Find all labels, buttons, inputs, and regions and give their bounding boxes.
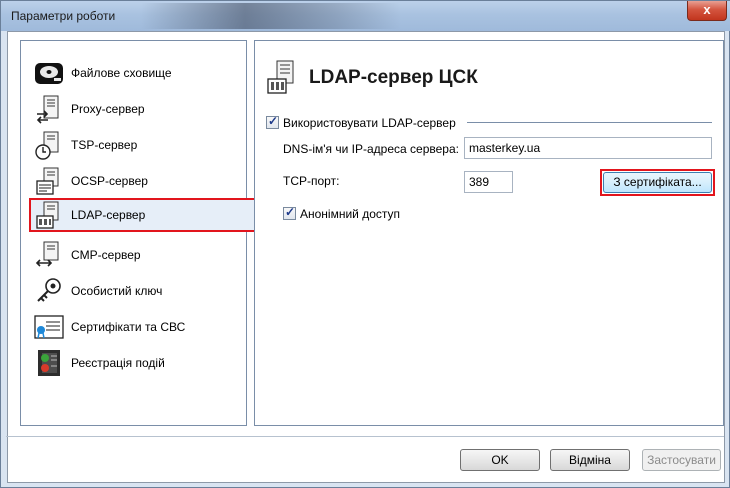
sidebar-item-label: LDAP-сервер <box>71 208 146 222</box>
title-bar: Параметри роботи x <box>1 1 730 31</box>
cmp-server-icon <box>31 238 67 272</box>
key-icon <box>31 274 67 308</box>
cancel-button[interactable]: Відміна <box>550 449 630 471</box>
window-title: Параметри роботи <box>11 9 116 23</box>
page-title: LDAP-сервер ЦСК <box>309 67 478 88</box>
sidebar-item-label: TSP-сервер <box>71 138 138 152</box>
sidebar-item-proxy-server[interactable]: Proxy-сервер <box>31 92 246 126</box>
sidebar-item-certificates[interactable]: Сертифікати та СВС <box>31 310 246 344</box>
sidebar-item-label: OCSP-сервер <box>71 174 148 188</box>
footer-separator <box>6 436 724 437</box>
sidebar-item-file-storage[interactable]: Файлове сховище <box>31 56 246 90</box>
tsp-server-icon <box>31 128 67 162</box>
sidebar-item-label: Реєстрація подій <box>71 356 165 370</box>
sidebar-nav: Файлове сховище Proxy-сервер TSP-сервер … <box>20 40 263 426</box>
sidebar-item-tsp-server[interactable]: TSP-сервер <box>31 128 246 162</box>
dns-label: DNS-ім'я чи IP-адреса сервера: <box>283 142 459 156</box>
settings-panel: LDAP-сервер ЦСК Використовувати LDAP-сер… <box>254 40 724 426</box>
ldap-server-icon <box>31 198 67 232</box>
anonymous-access-checkbox[interactable] <box>283 205 296 220</box>
proxy-server-icon <box>31 92 67 126</box>
tcp-port-input[interactable] <box>464 171 513 193</box>
sidebar-item-label: Файлове сховище <box>71 66 172 80</box>
ocsp-server-icon <box>31 164 67 198</box>
tcp-port-label: TCP-порт: <box>283 174 340 188</box>
sidebar-item-label: CMP-сервер <box>71 248 141 262</box>
sidebar-item-label: Особистий ключ <box>71 284 163 298</box>
sidebar-item-private-key[interactable]: Особистий ключ <box>31 274 246 308</box>
sidebar-item-cmp-server[interactable]: CMP-сервер <box>31 238 246 272</box>
sidebar-item-label: Сертифікати та СВС <box>71 320 186 334</box>
ok-button[interactable]: OK <box>460 449 540 471</box>
close-button[interactable]: x <box>687 1 727 21</box>
use-ldap-checkbox[interactable] <box>266 114 279 129</box>
anonymous-access-label: Анонімний доступ <box>300 207 401 221</box>
use-ldap-label: Використовувати LDAP-сервер <box>283 116 456 130</box>
certificate-icon <box>31 310 67 344</box>
title-bar-glare <box>141 3 401 29</box>
sidebar-item-label: Proxy-сервер <box>71 102 145 116</box>
dns-input[interactable] <box>464 137 712 159</box>
from-certificate-button[interactable]: З сертифіката... <box>603 172 712 193</box>
sidebar-item-event-log[interactable]: Реєстрація подій <box>31 346 246 380</box>
ldap-server-icon <box>265 59 299 98</box>
sidebar-item-ldap-server[interactable]: LDAP-сервер <box>29 198 263 232</box>
event-log-icon <box>31 346 67 380</box>
group-separator <box>467 122 712 123</box>
hard-drive-icon <box>31 56 67 90</box>
sidebar-item-ocsp-server[interactable]: OCSP-сервер <box>31 164 246 198</box>
apply-button[interactable]: Застосувати <box>642 449 721 471</box>
